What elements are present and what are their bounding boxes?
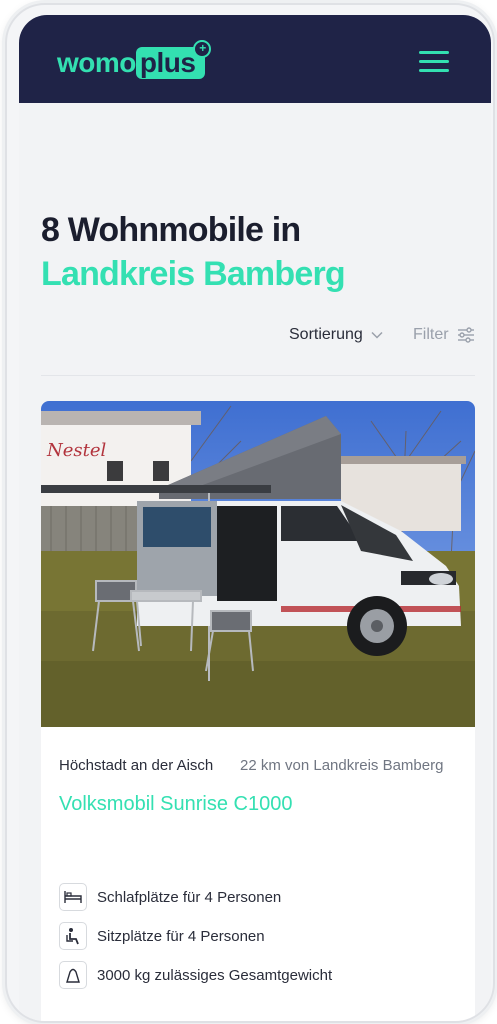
phone-frame: womo plus + 8 Wohnmobile in Landkreis Ba… (5, 3, 495, 1023)
sort-label: Sortierung (289, 326, 363, 343)
feature-sleeping-places: Schlafplätze für 4 Personen (59, 883, 281, 911)
logo-text-womo: womo (57, 47, 136, 78)
bed-icon (59, 883, 87, 911)
filter-label: Filter (413, 326, 449, 343)
screen: womo plus + 8 Wohnmobile in Landkreis Ba… (19, 15, 491, 1021)
top-navigation-bar: womo plus + (19, 15, 491, 103)
feature-seats: Sitzplätze für 4 Personen (59, 922, 265, 950)
divider (41, 375, 475, 376)
feature-weight: 3000 kg zulässiges Gesamtgewicht (59, 961, 332, 989)
womoplus-logo[interactable]: womo plus + (57, 40, 212, 79)
weight-icon (59, 961, 87, 989)
page-title-region: Landkreis Bamberg (41, 255, 346, 293)
chevron-down-icon (371, 331, 383, 339)
listing-title-link[interactable]: Volksmobil Sunrise C1000 (59, 793, 292, 816)
logo-text-plus: plus + (135, 40, 212, 79)
seat-icon (59, 922, 87, 950)
listing-card[interactable]: Nestel Höchstadt an der Aisch 22 km von … (41, 401, 475, 1021)
sort-dropdown[interactable]: Sortierung (289, 326, 383, 344)
listing-distance: 22 km von Landkreis Bamberg (240, 757, 444, 774)
feature-label: 3000 kg zulässiges Gesamtgewicht (97, 966, 333, 984)
feature-label: Schlafplätze für 4 Personen (97, 888, 282, 906)
filter-button[interactable]: Filter (413, 326, 475, 344)
listing-location: Höchstadt an der Aisch (59, 757, 214, 774)
logo-plus-badge: + (193, 40, 212, 58)
logo-text-plus-label: plus (139, 47, 196, 78)
camper-van-photo[interactable]: Nestel (41, 401, 475, 727)
feature-label: Sitzplätze für 4 Personen (97, 927, 265, 945)
page-title-line-1: 8 Wohnmobile in (41, 211, 301, 249)
hamburger-icon[interactable] (419, 51, 449, 73)
svg-text:Nestel: Nestel (46, 440, 107, 461)
sliders-icon (457, 327, 474, 343)
